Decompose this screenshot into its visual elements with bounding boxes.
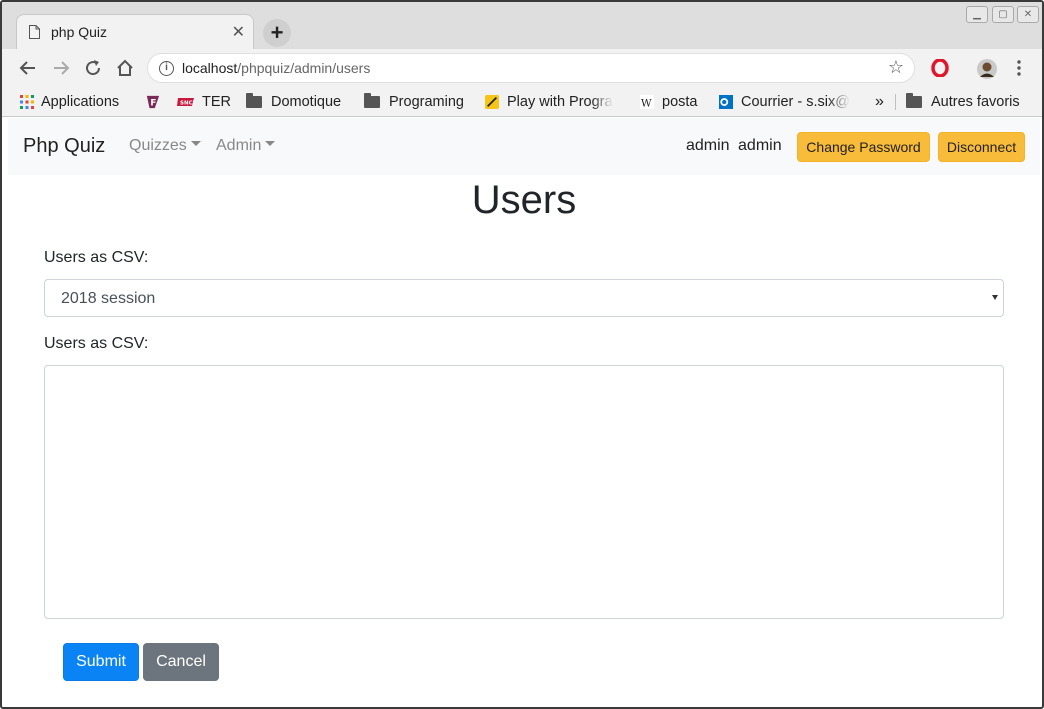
select-value: 2018 session (61, 290, 156, 307)
url-text[interactable]: localhost/phpquiz/admin/users (182, 60, 370, 76)
cancel-button[interactable]: Cancel (143, 643, 219, 681)
bookmark-play-with-programming[interactable]: Play with Progra (484, 92, 613, 112)
browser-window: php Quiz ✕ + ▁ ▢ ✕ i localhost/phpquiz/a… (0, 0, 1044, 709)
bookmark-programing[interactable]: Programing (364, 92, 464, 112)
quizzes-dropdown[interactable]: Quizzes (129, 137, 201, 155)
play-icon (485, 95, 499, 109)
bookmarks-bar: Applications F SNCF TER Domotique Progra… (2, 87, 1042, 117)
bookmark-courrier[interactable]: Courrier - s.six@ (718, 92, 850, 112)
browser-toolbar: i localhost/phpquiz/admin/users ☆ (2, 49, 1042, 87)
reload-icon[interactable] (82, 57, 104, 79)
page-icon (29, 25, 40, 39)
outlook-icon (719, 95, 733, 109)
bookmarks-divider (895, 94, 896, 110)
user-name: admin admin (686, 137, 782, 154)
submit-button[interactable]: Submit (63, 643, 139, 681)
window-close-icon[interactable]: ✕ (1017, 6, 1039, 23)
bookmark-domotique[interactable]: Domotique (246, 92, 341, 112)
site-navbar: Php Quiz Quizzes Admin admin admin Chang… (8, 118, 1040, 175)
bookmark-posta[interactable]: W posta (639, 92, 697, 112)
bookmark-f[interactable]: F (145, 92, 168, 112)
maximize-icon[interactable]: ▢ (992, 6, 1014, 23)
bookmark-applications[interactable]: Applications (20, 92, 119, 112)
apps-icon (20, 95, 34, 109)
change-password-button[interactable]: Change Password (797, 132, 930, 162)
folder-icon (246, 93, 262, 108)
avatar-icon[interactable] (977, 59, 997, 79)
tab-php-quiz[interactable]: php Quiz ✕ (16, 14, 254, 49)
minimize-icon[interactable]: ▁ (966, 6, 988, 23)
svg-text:W: W (641, 97, 652, 109)
star-icon[interactable]: ☆ (888, 57, 904, 78)
caret-down-icon (265, 141, 276, 147)
tab-title: php Quiz (51, 24, 108, 40)
bookmark-other[interactable]: Autres favoris (906, 92, 1020, 112)
folder-icon (364, 93, 380, 108)
disconnect-button[interactable]: Disconnect (938, 132, 1025, 162)
f-logo-icon: F (146, 95, 160, 109)
caret-down-icon (190, 141, 201, 147)
bookmark-ter[interactable]: SNCF TER (177, 92, 231, 112)
bookmarks-overflow[interactable]: » (875, 92, 884, 112)
select-label: Users as CSV: (44, 249, 149, 266)
back-icon[interactable] (17, 57, 39, 79)
admin-dropdown[interactable]: Admin (216, 137, 276, 155)
menu-icon[interactable] (1012, 59, 1026, 77)
close-icon[interactable]: ✕ (232, 22, 245, 42)
home-icon[interactable] (114, 57, 136, 79)
tab-strip: php Quiz ✕ + ▁ ▢ ✕ (2, 2, 1042, 49)
address-bar[interactable]: i localhost/phpquiz/admin/users ☆ (147, 53, 915, 83)
svg-text:SNCF: SNCF (180, 101, 195, 107)
page-title: Users (471, 178, 577, 222)
info-icon[interactable]: i (159, 61, 174, 76)
wikipedia-icon: W (640, 95, 654, 109)
forward-icon[interactable] (50, 57, 72, 79)
users-csv-textarea[interactable] (44, 365, 1004, 619)
sncf-icon: SNCF (177, 98, 195, 107)
opera-icon[interactable] (931, 59, 949, 77)
svg-text:F: F (150, 99, 156, 109)
folder-icon (906, 93, 922, 108)
new-tab-button[interactable]: + (263, 19, 291, 47)
brand-link[interactable]: Php Quiz (23, 135, 105, 158)
session-select[interactable]: 2018 session (44, 279, 1004, 317)
dropdown-arrow-icon (992, 295, 998, 300)
textarea-label: Users as CSV: (44, 335, 149, 352)
